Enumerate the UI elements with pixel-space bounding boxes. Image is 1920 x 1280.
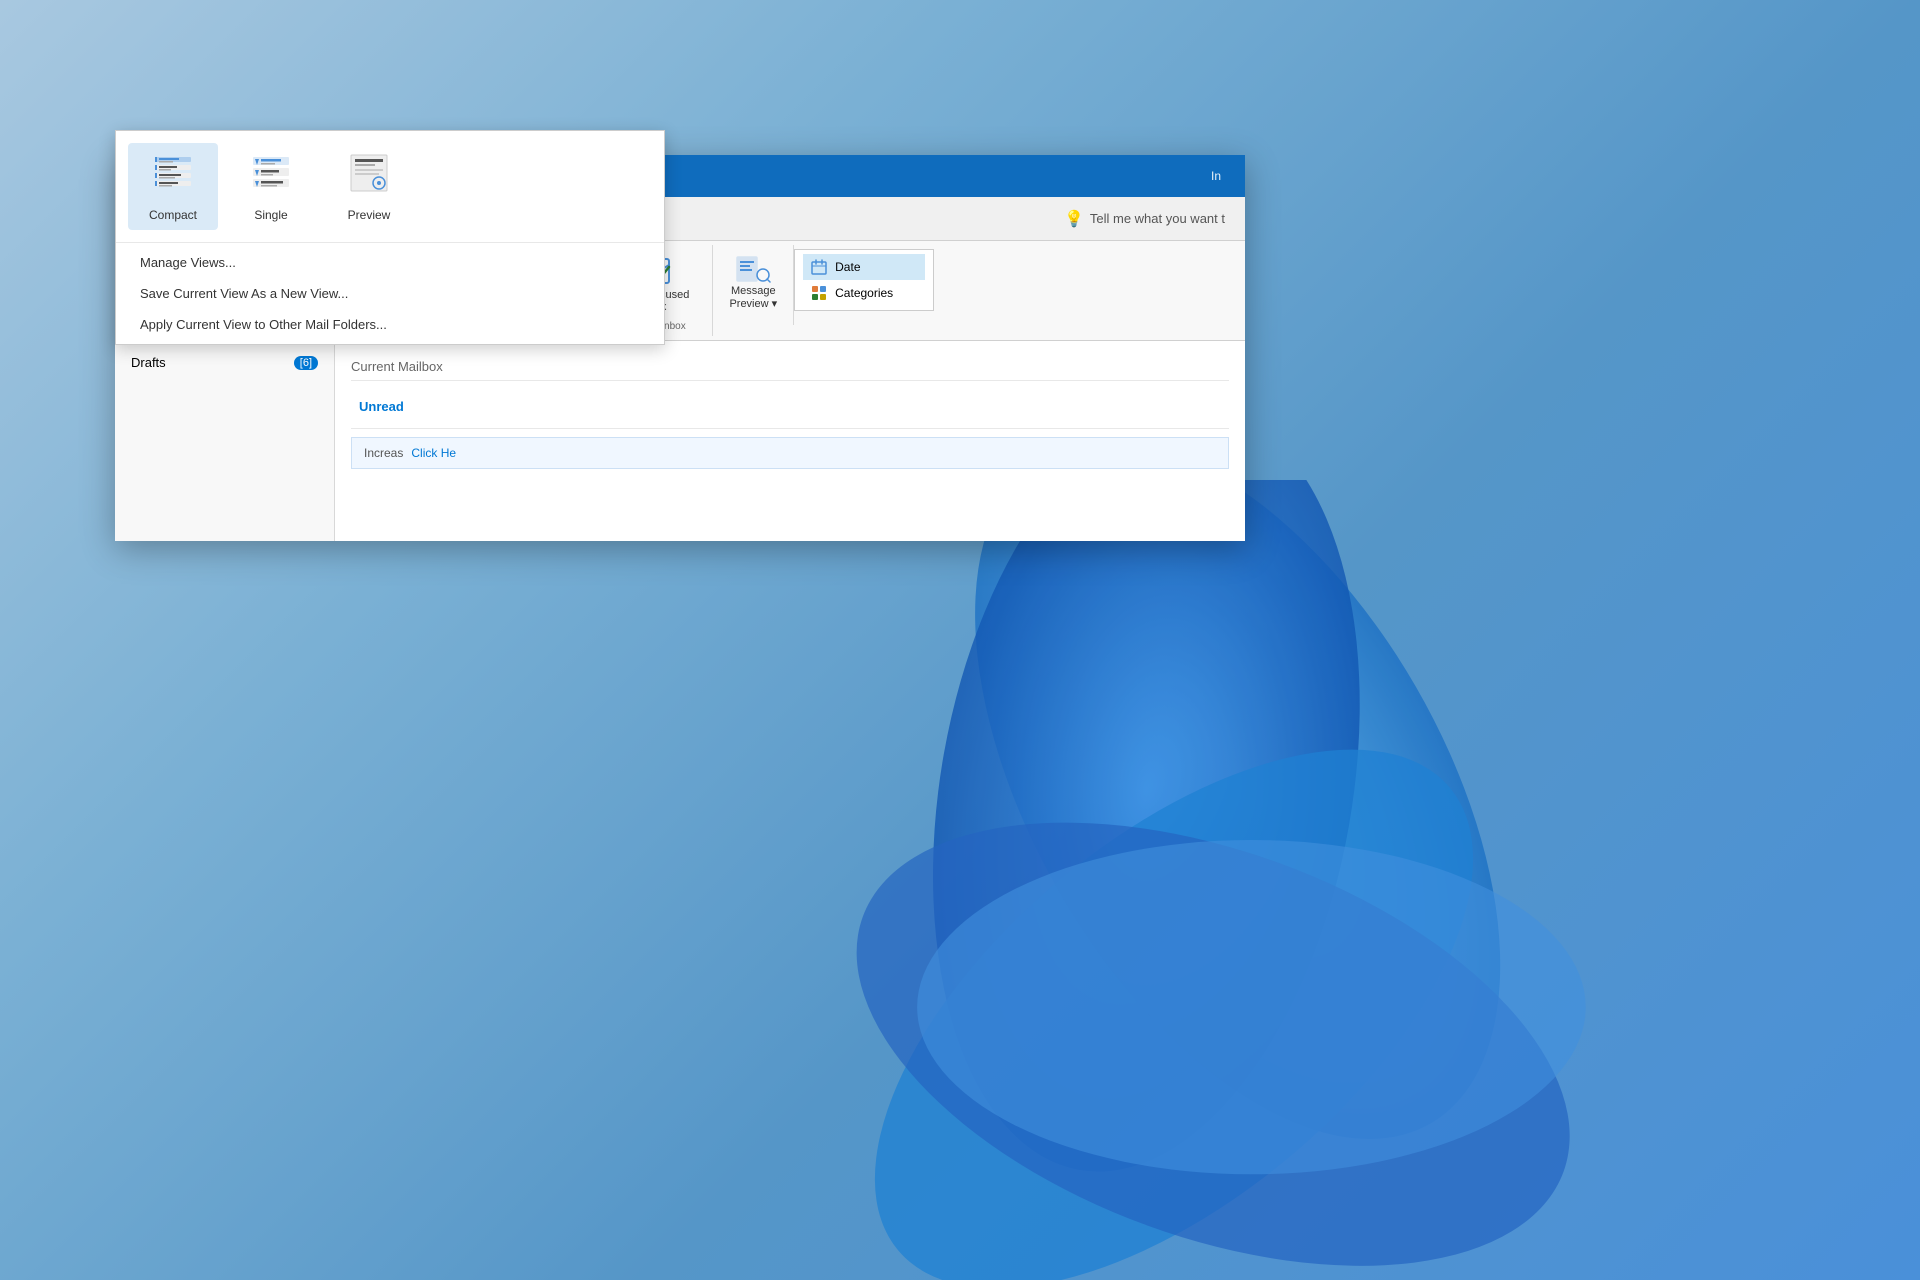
single-view-icon [249,151,293,204]
view-option-compact[interactable]: Compact [128,143,218,230]
categories-label: Categories [835,286,893,300]
view-options-row: Compact Single [116,131,664,243]
arrange-by-categories[interactable]: Categories [803,280,925,306]
arrange-by-panel: Date Categories [794,249,934,311]
view-option-single[interactable]: Single [226,143,316,230]
manage-views-label: Manage Views... [140,255,236,270]
message-preview-button[interactable]: MessagePreview ▾ [721,249,785,315]
promo-cta[interactable]: Click He [411,446,456,460]
drafts-badge: [6] [294,356,318,370]
compact-label: Compact [149,208,197,222]
tell-me-section: 💡 Tell me what you want t [1052,205,1237,233]
single-label: Single [254,208,287,222]
filter-unread[interactable]: Unread [351,395,412,418]
date-label: Date [835,260,860,274]
main-content: Current Mailbox Unread Increas Click He [335,341,1245,541]
tell-me-text: Tell me what you want t [1090,211,1225,226]
sidebar: Drafts [6] [115,341,335,541]
compact-view-icon [151,151,195,204]
lightbulb-icon: 💡 [1064,209,1084,229]
apply-current-view-item[interactable]: Apply Current View to Other Mail Folders… [116,309,664,340]
save-current-view-label: Save Current View As a New View... [140,286,348,301]
change-view-dropdown: Compact Single [115,130,665,345]
save-current-view-item[interactable]: Save Current View As a New View... [116,278,664,309]
apply-current-view-label: Apply Current View to Other Mail Folders… [140,317,387,332]
dropdown-menu-items: Manage Views... Save Current View As a N… [116,243,664,344]
message-preview-group: MessagePreview ▾ [713,245,794,325]
title-bar-title: In [1211,169,1237,183]
current-mailbox-label: Current Mailbox [351,353,1229,381]
preview-label: Preview [348,208,391,222]
content-area: Drafts [6] Current Mailbox Unread Increa… [115,341,1245,541]
filter-bar: Unread [351,389,1229,429]
preview-view-icon [347,151,391,204]
sidebar-item-drafts[interactable]: Drafts [6] [115,349,334,376]
message-preview-label: MessagePreview ▾ [729,285,777,311]
arrange-by-date[interactable]: Date [803,254,925,280]
manage-views-item[interactable]: Manage Views... [116,247,664,278]
view-option-preview[interactable]: Preview [324,143,414,230]
promo-text: Increas [364,446,403,460]
drafts-label: Drafts [131,355,166,370]
promo-bar: Increas Click He [351,437,1229,469]
